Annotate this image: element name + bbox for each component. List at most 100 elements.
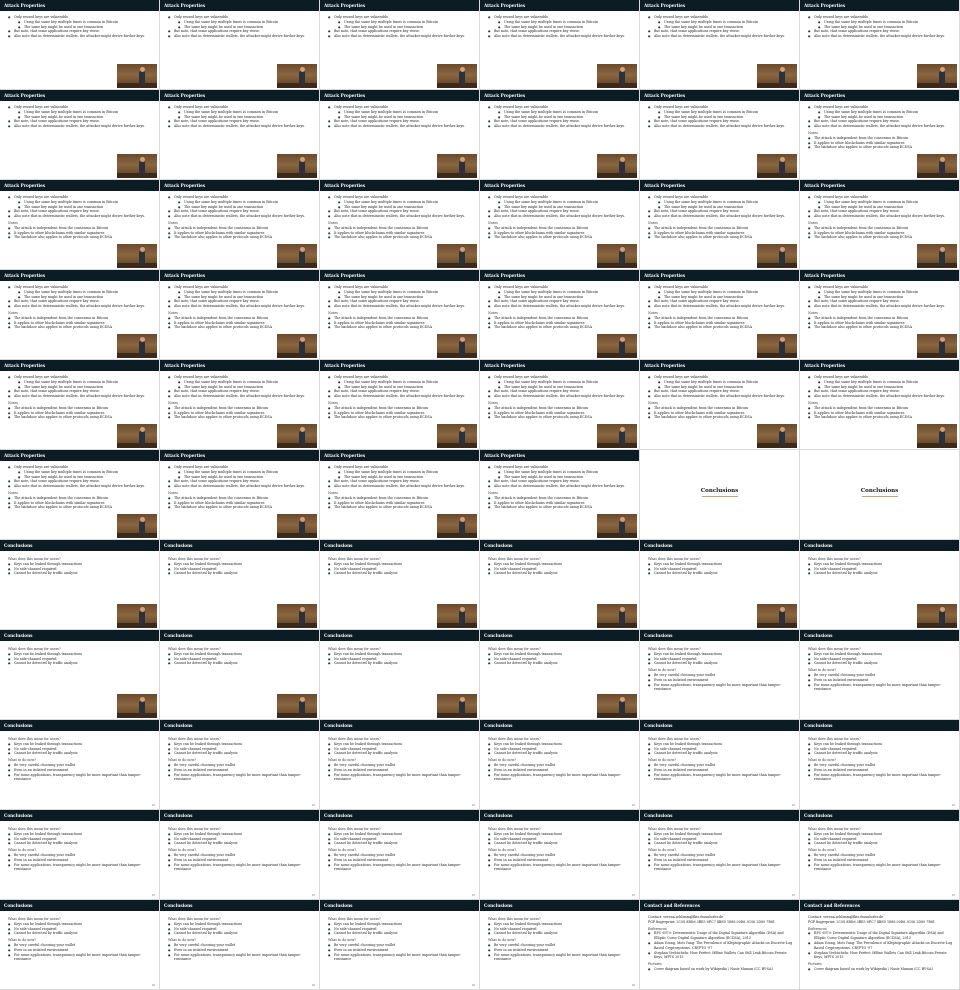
slide-attack-properties[interactable]: Attack Properties Only reused keys are vu… [800, 270, 960, 360]
slide-attack-properties[interactable]: Attack Properties Only reused keys are vu… [0, 90, 160, 180]
slide-attack-properties[interactable]: Attack Properties Only reused keys are vu… [640, 180, 800, 270]
slide-attack-properties[interactable]: Attack Properties Only reused keys are vu… [320, 90, 480, 180]
slide-attack-properties[interactable]: Attack Properties Only reused keys are vu… [640, 0, 800, 90]
slide-attack-properties[interactable]: Attack Properties Only reused keys are vu… [0, 270, 160, 360]
slide-conclusions[interactable]: Conclusions What does this mean for users… [480, 810, 640, 900]
slide-attack-properties[interactable]: Attack Properties Only reused keys are vu… [0, 450, 160, 540]
slide-attack-properties[interactable]: Attack Properties Only reused keys are vu… [160, 90, 320, 180]
slide-conclusions[interactable]: Conclusions What does this mean for users… [800, 540, 960, 630]
note-item: The backdoor also applies to other proto… [8, 325, 153, 330]
slide-attack-properties[interactable]: Attack Properties Only reused keys are vu… [0, 360, 160, 450]
slide-title: Attack Properties [160, 450, 319, 461]
slide-conclusions[interactable]: Conclusions What does this mean for users… [0, 720, 160, 810]
slide-conclusions[interactable]: Conclusions What does this mean for users… [160, 900, 320, 990]
lectern [277, 443, 317, 448]
slide-attack-properties[interactable]: Attack Properties Only reused keys are vu… [320, 360, 480, 450]
slide-conclusions[interactable]: Conclusions What does this mean for users… [640, 540, 800, 630]
slide-attack-properties[interactable]: Attack Properties Only reused keys are vu… [320, 0, 480, 90]
slide-attack-properties[interactable]: Attack Properties Only reused keys are vu… [160, 0, 320, 90]
answer-list: Keys can be leaked through transactionsN… [8, 562, 153, 576]
answer-list: Keys can be leaked through transactionsN… [648, 652, 793, 666]
slide-conclusions[interactable]: Conclusions What does this mean for users… [320, 720, 480, 810]
speaker-head [299, 156, 305, 162]
speaker-figure [299, 610, 305, 625]
bullet-item: Also note that in deterministic wallets,… [168, 484, 313, 489]
speaker-video-thumbnail [757, 334, 797, 358]
slide-attack-properties[interactable]: Attack Properties Only reused keys are vu… [480, 360, 640, 450]
slide-attack-properties[interactable]: Attack Properties Only reused keys are vu… [800, 360, 960, 450]
slide-attack-properties[interactable]: Attack Properties Only reused keys are vu… [640, 270, 800, 360]
slide-attack-properties[interactable]: Attack Properties Only reused keys are vu… [320, 180, 480, 270]
slide-attack-properties[interactable]: Attack Properties Only reused keys are vu… [160, 270, 320, 360]
slide-attack-properties[interactable]: Attack Properties Only reused keys are vu… [0, 0, 160, 90]
slide-attack-properties[interactable]: Attack Properties Only reused keys are vu… [480, 450, 640, 540]
slide-conclusions[interactable]: Conclusions What does this mean for users… [320, 810, 480, 900]
slide-attack-properties[interactable]: Attack Properties Only reused keys are vu… [640, 90, 800, 180]
slide-attack-properties[interactable]: Attack Properties Only reused keys are vu… [800, 90, 960, 180]
slide-conclusions[interactable]: Conclusions What does this mean for users… [480, 540, 640, 630]
speaker-figure [619, 250, 625, 265]
bullet-item: Also note that in deterministic wallets,… [488, 34, 633, 39]
lectern [277, 713, 317, 718]
slide-attack-properties[interactable]: Attack Properties Only reused keys are vu… [480, 180, 640, 270]
slide-conclusions[interactable]: Conclusions What does this mean for users… [160, 630, 320, 720]
slide-conclusions[interactable]: Conclusions What does this mean for users… [0, 810, 160, 900]
slide-conclusions[interactable]: Conclusions What does this mean for users… [160, 810, 320, 900]
slide-attack-properties[interactable]: Attack Properties Only reused keys are vu… [160, 360, 320, 450]
slide-conclusions[interactable]: Conclusions What does this mean for users… [640, 810, 800, 900]
bullet-item: Also note that in deterministic wallets,… [168, 124, 313, 129]
slide-conclusions[interactable]: Conclusions What does this mean for users… [160, 540, 320, 630]
slide-attack-properties[interactable]: Attack Properties Only reused keys are vu… [0, 180, 160, 270]
answer-list: Be very careful choosing your walletEven… [168, 763, 313, 782]
speaker-figure [139, 250, 145, 265]
slide-attack-properties[interactable]: Attack Properties Only reused keys are vu… [480, 0, 640, 90]
slide-contact-references[interactable]: Contact and References Contact: verena.sc… [800, 900, 960, 990]
slide-attack-properties[interactable]: Attack Properties Only reused keys are vu… [320, 270, 480, 360]
speaker-head [459, 156, 465, 162]
answer-item: Cannot be detected by traffic analysis [488, 841, 633, 846]
bullet-item: Also note that in deterministic wallets,… [488, 214, 633, 219]
slide-conclusions[interactable]: Conclusions What does this mean for users… [480, 720, 640, 810]
bullet-list: Only reused keys are vulnerableUsing the… [488, 195, 633, 219]
lectern [757, 173, 797, 178]
slide-conclusions[interactable]: Conclusions What does this mean for users… [320, 630, 480, 720]
slide-conclusions[interactable]: Conclusions What does this mean for users… [480, 630, 640, 720]
speaker-head [779, 336, 785, 342]
slide-conclusions[interactable]: Conclusions What does this mean for users… [0, 540, 160, 630]
slide-attack-properties[interactable]: Attack Properties Only reused keys are vu… [320, 450, 480, 540]
slide-title: Attack Properties [480, 180, 639, 191]
lectern [117, 713, 157, 718]
slide-title: Attack Properties [640, 90, 799, 101]
page-number: 25 [791, 894, 795, 897]
speaker-video-thumbnail [277, 604, 317, 628]
slide-conclusions[interactable]: Conclusions What does this mean for users… [0, 900, 160, 990]
slide-conclusions[interactable]: Conclusions What does this mean for users… [320, 900, 480, 990]
answer-item: For some applications, transparency migh… [168, 863, 313, 873]
slide-section-title[interactable]: Conclusions [800, 450, 960, 540]
slide-conclusions[interactable]: Conclusions What does this mean for users… [800, 630, 960, 720]
speaker-head [459, 606, 465, 612]
slide-attack-properties[interactable]: Attack Properties Only reused keys are vu… [160, 450, 320, 540]
slide-conclusions[interactable]: Conclusions What does this mean for users… [320, 540, 480, 630]
slide-conclusions[interactable]: Conclusions What does this mean for users… [640, 630, 800, 720]
bullet-item: Also note that in deterministic wallets,… [488, 124, 633, 129]
slide-conclusions[interactable]: Conclusions What does this mean for users… [480, 900, 640, 990]
slide-conclusions[interactable]: Conclusions What does this mean for users… [800, 720, 960, 810]
slide-conclusions[interactable]: Conclusions What does this mean for users… [0, 630, 160, 720]
bullet-list: Only reused keys are vulnerableUsing the… [648, 195, 793, 219]
slide-body: What does this mean for users?Keys can b… [328, 645, 473, 666]
slide-conclusions[interactable]: Conclusions What does this mean for users… [640, 720, 800, 810]
slide-section-title[interactable]: Conclusions [640, 450, 800, 540]
slide-attack-properties[interactable]: Attack Properties Only reused keys are vu… [640, 360, 800, 450]
slide-attack-properties[interactable]: Attack Properties Only reused keys are vu… [800, 0, 960, 90]
slide-attack-properties[interactable]: Attack Properties Only reused keys are vu… [160, 180, 320, 270]
speaker-head [299, 426, 305, 432]
slide-conclusions[interactable]: Conclusions What does this mean for users… [160, 720, 320, 810]
slide-attack-properties[interactable]: Attack Properties Only reused keys are vu… [800, 180, 960, 270]
slide-attack-properties[interactable]: Attack Properties Only reused keys are vu… [480, 270, 640, 360]
speaker-head [939, 66, 945, 72]
slide-contact-references[interactable]: Contact and References Contact: verena.sc… [640, 900, 800, 990]
slide-attack-properties[interactable]: Attack Properties Only reused keys are vu… [480, 90, 640, 180]
slide-conclusions[interactable]: Conclusions What does this mean for users… [800, 810, 960, 900]
slide-title: Attack Properties [640, 360, 799, 371]
